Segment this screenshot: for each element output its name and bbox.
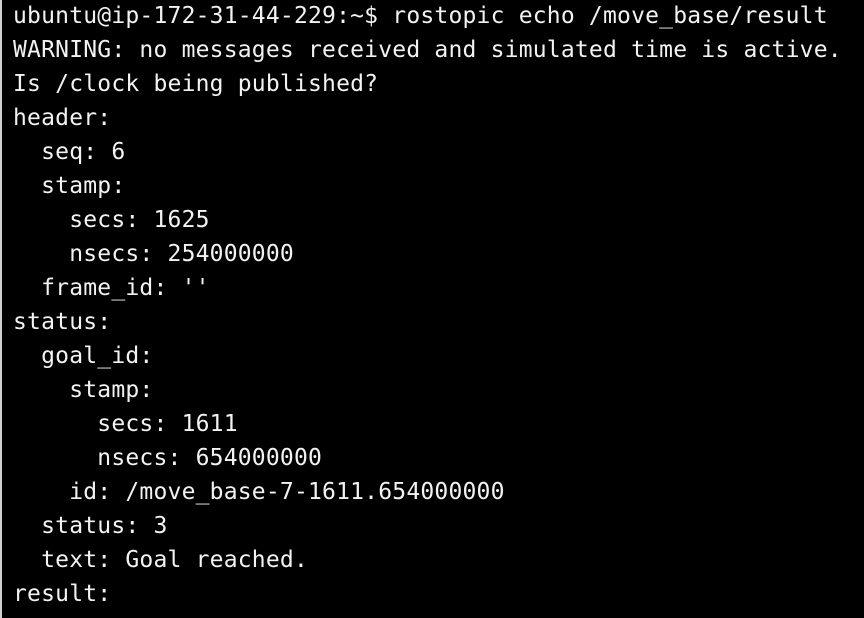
output-line-goal-id: goal_id: [13,343,154,369]
output-line-status: status: [13,309,112,335]
output-line-header: header: [13,105,112,131]
output-line-status-code: status: 3 [13,513,168,539]
shell-prompt-command: ubuntu@ip-172-31-44-229:~$ rostopic echo… [13,3,828,29]
output-line-id: id: /move_base-7-1611.654000000 [13,479,505,505]
output-line-goal-stamp: stamp: [13,377,154,403]
output-line-goal-secs: secs: 1611 [13,411,238,437]
output-line-text: text: Goal reached. [13,547,308,573]
terminal-window[interactable]: ubuntu@ip-172-31-44-229:~$ rostopic echo… [0,0,862,618]
output-line-stamp: stamp: [13,173,126,199]
output-line-result: result: [13,581,112,607]
output-line-secs: secs: 1625 [13,207,210,233]
output-line-nsecs: nsecs: 254000000 [13,241,294,267]
warning-line-continued: Is /clock being published? [13,71,379,97]
output-line-frame-id: frame_id: '' [13,275,210,301]
output-line-goal-nsecs: nsecs: 654000000 [13,445,323,471]
warning-line: WARNING: no messages received and simula… [13,37,842,63]
terminal-output: ubuntu@ip-172-31-44-229:~$ rostopic echo… [13,0,842,612]
output-line-seq: seq: 6 [13,139,126,165]
